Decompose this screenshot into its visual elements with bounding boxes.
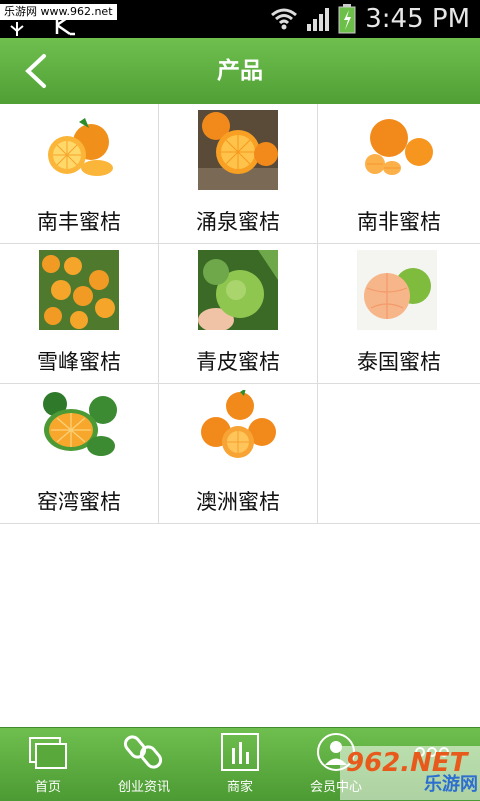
watermark-sub-text: 乐游网 xyxy=(424,774,478,795)
usb-icon xyxy=(10,22,24,36)
nav-label: 首页 xyxy=(34,780,61,795)
product-item[interactable]: 南丰蜜桔 xyxy=(0,104,159,244)
k-icon xyxy=(55,14,75,36)
nav-item-merchants[interactable]: 商家 xyxy=(192,728,288,801)
product-label: 涌泉蜜桔 xyxy=(196,210,280,234)
link-icon xyxy=(124,735,163,769)
product-image xyxy=(201,390,276,458)
product-label: 窑湾蜜桔 xyxy=(37,490,121,514)
battery-icon xyxy=(338,4,356,34)
nav-label: 商家 xyxy=(226,780,253,795)
wifi-icon xyxy=(271,8,297,30)
product-image xyxy=(357,250,437,330)
product-label: 南非蜜桔 xyxy=(357,210,441,234)
product-label: 泰国蜜桔 xyxy=(357,350,441,374)
product-item[interactable]: 窑湾蜜桔 xyxy=(0,384,159,524)
product-image xyxy=(39,250,119,330)
product-image xyxy=(48,118,113,176)
product-label: 南丰蜜桔 xyxy=(37,210,121,234)
empty-grid-cell xyxy=(318,384,480,524)
nav-item-home[interactable]: 首页 xyxy=(0,728,96,801)
nav-label: 创业资讯 xyxy=(117,780,170,795)
signal-icon xyxy=(307,8,329,31)
watermark-logo: 962.NET 乐游网 xyxy=(340,746,480,800)
product-item[interactable]: 青皮蜜桔 xyxy=(159,244,318,384)
product-item[interactable]: 涌泉蜜桔 xyxy=(159,104,318,244)
product-item[interactable]: 雪峰蜜桔 xyxy=(0,244,159,384)
product-item[interactable]: 泰国蜜桔 xyxy=(318,244,480,384)
product-image xyxy=(39,390,119,470)
product-image xyxy=(198,110,278,190)
status-bar: 乐游网 www.962.net 3:45 PM xyxy=(0,0,480,38)
product-image xyxy=(365,119,433,175)
home-icon xyxy=(29,737,67,769)
product-item[interactable]: 南非蜜桔 xyxy=(318,104,480,244)
product-label: 澳洲蜜桔 xyxy=(196,490,280,514)
page-title: 产品 xyxy=(217,58,263,84)
chart-icon xyxy=(221,733,259,771)
header-bar: 产品 xyxy=(0,38,480,105)
nav-item-news[interactable]: 创业资讯 xyxy=(96,728,192,801)
clock: 3:45 PM xyxy=(365,4,470,34)
product-label: 青皮蜜桔 xyxy=(196,350,280,374)
product-item[interactable]: 澳洲蜜桔 xyxy=(159,384,318,524)
product-label: 雪峰蜜桔 xyxy=(37,350,121,374)
product-image xyxy=(198,250,278,330)
